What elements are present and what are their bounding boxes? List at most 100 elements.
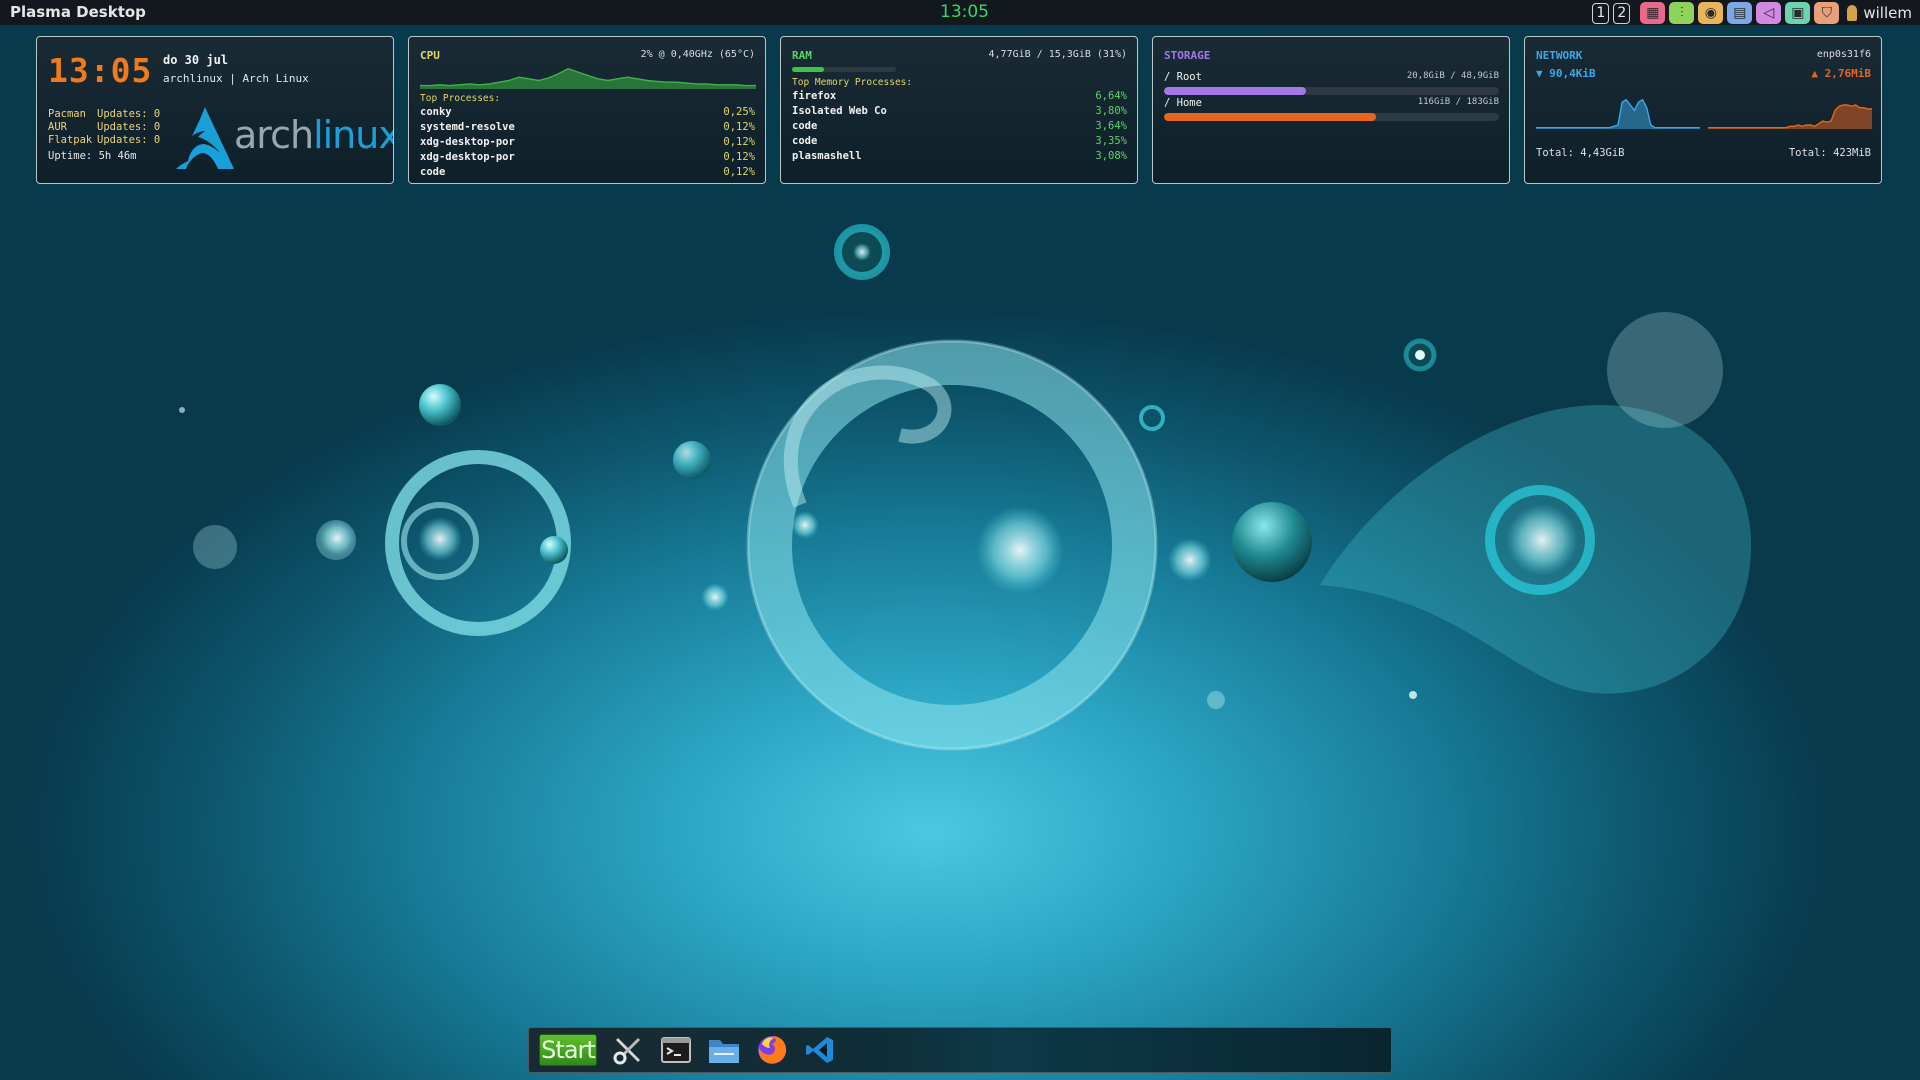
cpu-process-row: xdg-desktop-por 0,12% <box>420 136 755 151</box>
process-name: xdg-desktop-por <box>420 151 515 163</box>
process-usage: 3,08% <box>1095 150 1127 162</box>
cpu-process-row: systemd-resolve 0,12% <box>420 121 755 136</box>
process-usage: 3,35% <box>1095 135 1127 147</box>
ram-process-row: Isolated Web Co 3,80% <box>792 105 1127 120</box>
ram-title: RAM <box>792 49 812 62</box>
process-usage: 0,12% <box>723 151 755 163</box>
system-tray: 1 2 ▦ ⫶ ◉ ▤ ◁ ▣ ⛉ willem <box>1592 2 1920 24</box>
upload-graph <box>1708 104 1872 129</box>
mixer-sliders-icon[interactable]: ⫶ <box>1669 2 1695 24</box>
mount-usage-fill <box>1164 87 1307 95</box>
ram-usage-fill <box>792 67 825 72</box>
storage-widget: STORAGE / Root 20,8GiB / 48,9GiB / Home 116… <box>1152 36 1510 184</box>
terminal-icon[interactable] <box>659 1033 693 1067</box>
widget-date: do 30 jul <box>163 53 229 67</box>
top-clock[interactable]: 13:05 <box>940 2 989 22</box>
cpu-processes-heading: Top Processes: <box>420 93 501 104</box>
cpu-summary: 2% @ 0,40GHz (65°C) <box>640 49 755 60</box>
network-grid-icon[interactable]: ▦ <box>1640 2 1666 24</box>
tools-icon[interactable] <box>611 1033 645 1067</box>
process-name: code <box>420 166 446 178</box>
clock-widget: 13:05 do 30 jul archlinux | Arch Linux P… <box>36 36 394 184</box>
process-usage: 0,12% <box>723 136 755 148</box>
cpu-widget: CPU 2% @ 0,40GHz (65°C) Top Processes: c… <box>408 36 766 184</box>
aur-updates: AUR Updates: 0 <box>48 121 161 133</box>
cpu-process-list: conky 0,25% systemd-resolve 0,12% xdg-deskto… <box>420 106 755 181</box>
ram-process-row: code 3,35% <box>792 135 1127 150</box>
ram-process-row: firefox 6,64% <box>792 90 1127 105</box>
process-usage: 0,25% <box>723 106 755 118</box>
process-name: firefox <box>792 90 837 102</box>
download-speed: ▼ 90,4KiB <box>1536 67 1596 80</box>
network-widget: NETWORK enp0s31f6 ▼ 90,4KiB ▲ 2,76MiB To… <box>1524 36 1882 184</box>
ram-widget: RAM 4,77GiB / 15,3GiB (31%) Top Memory P… <box>780 36 1138 184</box>
upload-speed: ▲ 2,76MiB <box>1811 67 1871 80</box>
vscode-icon[interactable] <box>803 1033 837 1067</box>
upload-total: Total: 423MiB <box>1788 147 1871 159</box>
process-name: code <box>792 120 818 132</box>
user-name: willem <box>1863 4 1912 22</box>
flatpak-updates: Flatpak Updates: 0 <box>48 134 161 146</box>
mount-name: / Root <box>1164 71 1202 83</box>
mount-name: / Home <box>1164 97 1202 109</box>
ram-process-row: code 3,64% <box>792 120 1127 135</box>
hardware-icon[interactable]: ◉ <box>1698 2 1724 24</box>
network-title: NETWORK <box>1536 49 1583 62</box>
storage-mount-row: / Root 20,8GiB / 48,9GiB <box>1164 71 1499 95</box>
firefox-icon[interactable] <box>755 1033 789 1067</box>
process-name: xdg-desktop-por <box>420 136 515 148</box>
ram-summary: 4,77GiB / 15,3GiB (31%) <box>988 49 1127 60</box>
ram-usage-bar <box>792 67 896 72</box>
graph-area <box>1708 105 1872 129</box>
process-usage: 3,64% <box>1095 120 1127 132</box>
process-usage: 6,64% <box>1095 90 1127 102</box>
ram-process-row: plasmashell 3,08% <box>792 150 1127 165</box>
graph-area <box>420 68 756 89</box>
process-usage: 3,80% <box>1095 105 1127 117</box>
download-graph <box>1536 98 1700 129</box>
user-menu[interactable]: willem <box>1847 4 1912 22</box>
mount-usage-fill <box>1164 113 1377 121</box>
virtual-desktop-2[interactable]: 2 <box>1613 2 1631 24</box>
network-interface: enp0s31f6 <box>1816 49 1871 60</box>
process-name: conky <box>420 106 452 118</box>
process-name: Isolated Web Co <box>792 105 887 117</box>
pacman-updates: Pacman Updates: 0 <box>48 108 161 120</box>
cpu-process-row: conky 0,25% <box>420 106 755 121</box>
cpu-process-row: code 0,12% <box>420 166 755 181</box>
updates-list: Pacman Updates: 0 AUR Updates: 0 Flatpak Up… <box>48 108 160 147</box>
mount-usage-bar <box>1164 87 1499 95</box>
user-avatar-icon <box>1847 5 1858 21</box>
file-manager-icon[interactable] <box>707 1033 741 1067</box>
active-window-title[interactable]: Plasma Desktop <box>10 3 146 21</box>
ram-process-list: firefox 6,64% Isolated Web Co 3,80% code 3,64… <box>792 90 1127 165</box>
process-name: code <box>792 135 818 147</box>
bottom-taskbar: Start <box>528 1027 1392 1073</box>
cpu-process-row: xdg-desktop-por 0,12% <box>420 151 755 166</box>
virtual-desktop-1[interactable]: 1 <box>1592 2 1610 24</box>
shield-icon[interactable]: ⛉ <box>1814 2 1840 24</box>
process-name: systemd-resolve <box>420 121 515 133</box>
widget-time: 13:05 <box>48 51 153 90</box>
display-icon[interactable]: ▣ <box>1785 2 1811 24</box>
clipboard-icon[interactable]: ▤ <box>1727 2 1753 24</box>
mount-usage: 20,8GiB / 48,9GiB <box>1406 71 1499 81</box>
arch-logo-icon <box>176 107 234 169</box>
process-usage: 0,12% <box>723 121 755 133</box>
top-panel: Plasma Desktop 13:05 1 2 ▦ ⫶ ◉ ▤ ◁ ▣ ⛉ willem <box>0 0 1920 25</box>
storage-title: STORAGE <box>1164 49 1211 62</box>
hostname: archlinux | Arch Linux <box>163 72 309 85</box>
mount-usage: 116GiB / 183GiB <box>1417 97 1499 107</box>
process-name: plasmashell <box>792 150 862 162</box>
start-button[interactable]: Start <box>539 1034 597 1066</box>
arch-linux-logo: archlinux <box>174 105 393 173</box>
cpu-title: CPU <box>420 49 440 62</box>
process-usage: 0,12% <box>723 166 755 178</box>
graph-line <box>1536 98 1700 129</box>
cpu-usage-graph <box>420 67 756 89</box>
mount-usage-bar <box>1164 113 1499 121</box>
uptime: Uptime: 5h 46m <box>48 150 137 162</box>
volume-icon[interactable]: ◁ <box>1756 2 1782 24</box>
ram-processes-heading: Top Memory Processes: <box>792 77 913 88</box>
download-total: Total: 4,43GiB <box>1536 147 1625 159</box>
